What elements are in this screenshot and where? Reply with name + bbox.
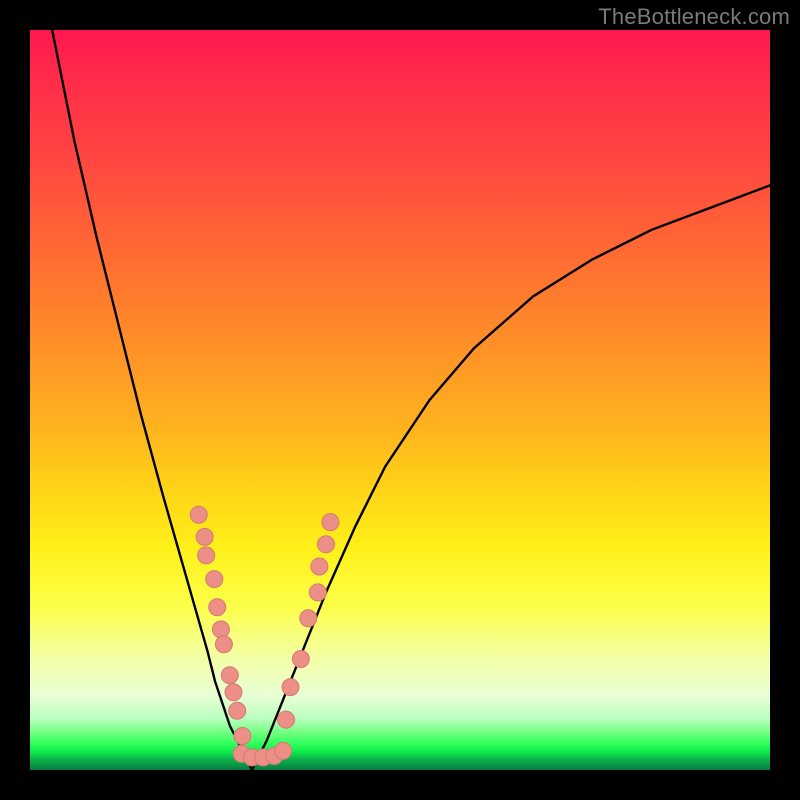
sample-dots	[190, 506, 339, 766]
watermark-text: TheBottleneck.com	[598, 4, 790, 30]
sample-dot	[209, 599, 226, 616]
sample-dot	[278, 711, 295, 728]
sample-dot	[190, 506, 207, 523]
sample-dot	[221, 667, 238, 684]
sample-dot	[215, 636, 232, 653]
sample-dot	[206, 571, 223, 588]
sample-dot	[300, 610, 317, 627]
sample-dot	[275, 742, 292, 759]
plot-frame	[30, 30, 770, 770]
bottleneck-curve-right	[252, 185, 770, 770]
sample-dot	[318, 536, 335, 553]
curve-layer	[52, 30, 770, 770]
sample-dot	[198, 547, 215, 564]
bottleneck-curve-left	[52, 30, 252, 770]
sample-dot	[309, 584, 326, 601]
plot-svg	[30, 30, 770, 770]
sample-dot	[282, 679, 299, 696]
sample-dot	[322, 514, 339, 531]
sample-dot	[311, 558, 328, 575]
sample-dot	[212, 621, 229, 638]
sample-dot	[234, 727, 251, 744]
chart-stage: TheBottleneck.com	[0, 0, 800, 800]
sample-dot	[225, 684, 242, 701]
sample-dot	[196, 528, 213, 545]
sample-dot	[292, 651, 309, 668]
sample-dot	[229, 702, 246, 719]
